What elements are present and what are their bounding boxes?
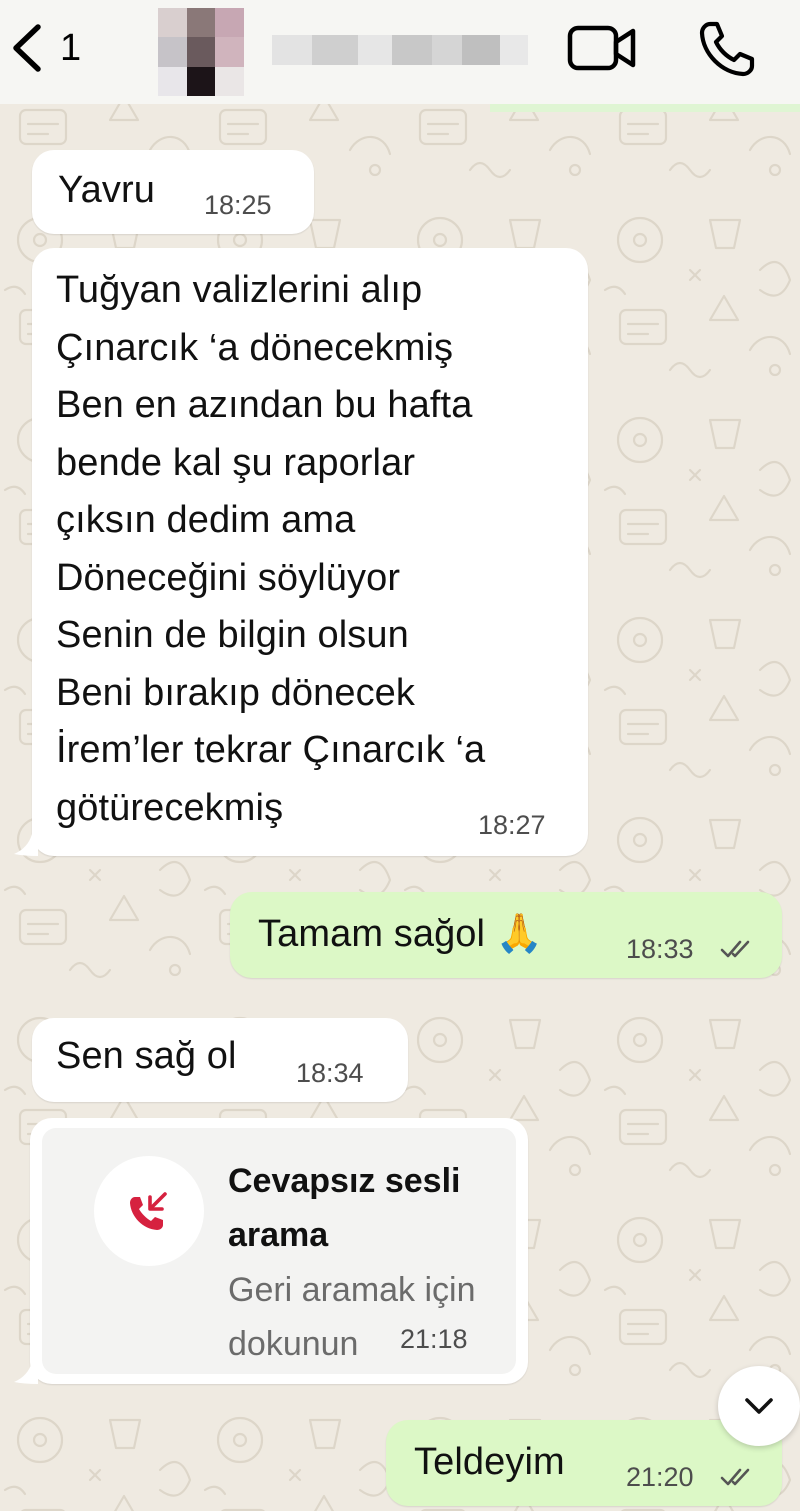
message-text: Tamam sağol 🙏 — [258, 913, 544, 955]
contact-name[interactable] — [272, 22, 528, 78]
voice-call-button[interactable] — [696, 18, 758, 80]
scroll-to-bottom-button[interactable] — [718, 1366, 800, 1446]
outgoing-message[interactable]: Tamam sağol 🙏 18:33 — [230, 892, 782, 978]
message-time: 18:33 — [626, 934, 694, 964]
message-text: Sen sağ ol — [56, 1035, 237, 1077]
incoming-message[interactable]: Yavru 18:25 — [32, 150, 314, 234]
video-camera-icon — [567, 25, 636, 71]
video-call-button[interactable] — [566, 22, 638, 74]
message-time: 21:20 — [626, 1462, 694, 1492]
bubble-tail — [14, 1362, 38, 1384]
message-time: 18:27 — [478, 810, 546, 840]
contact-avatar[interactable] — [158, 8, 244, 96]
message-time: 21:18 — [400, 1324, 468, 1354]
message-time: 18:25 — [204, 190, 272, 220]
message-time: 18:34 — [296, 1058, 364, 1088]
chevron-left-icon — [13, 24, 41, 72]
message-text: Yavru — [58, 169, 155, 211]
bubble-tail — [14, 834, 38, 856]
chevron-down-icon — [745, 1398, 773, 1414]
unread-count: 1 — [60, 27, 82, 69]
missed-call-icon-circle — [94, 1156, 204, 1266]
outgoing-message[interactable]: Teldeyim 21:20 — [386, 1420, 782, 1506]
back-button[interactable]: 1 — [6, 20, 96, 76]
phone-icon — [699, 21, 755, 77]
missed-call-title: Cevapsız sesli arama — [228, 1162, 461, 1254]
chat-header: 1 — [0, 0, 800, 104]
message-text: Teldeyim — [414, 1441, 565, 1483]
missed-call-icon — [130, 1192, 167, 1230]
incoming-message[interactable]: Sen sağ ol 18:34 — [32, 1018, 408, 1102]
incoming-message[interactable]: Tuğyan valizlerini alıp Çınarcık ‘a döne… — [32, 248, 588, 856]
message-text: Tuğyan valizlerini alıp Çınarcık ‘a döne… — [56, 269, 486, 829]
header-accent — [490, 104, 800, 112]
read-receipt-icon — [720, 1468, 750, 1486]
read-receipt-icon — [720, 940, 750, 958]
